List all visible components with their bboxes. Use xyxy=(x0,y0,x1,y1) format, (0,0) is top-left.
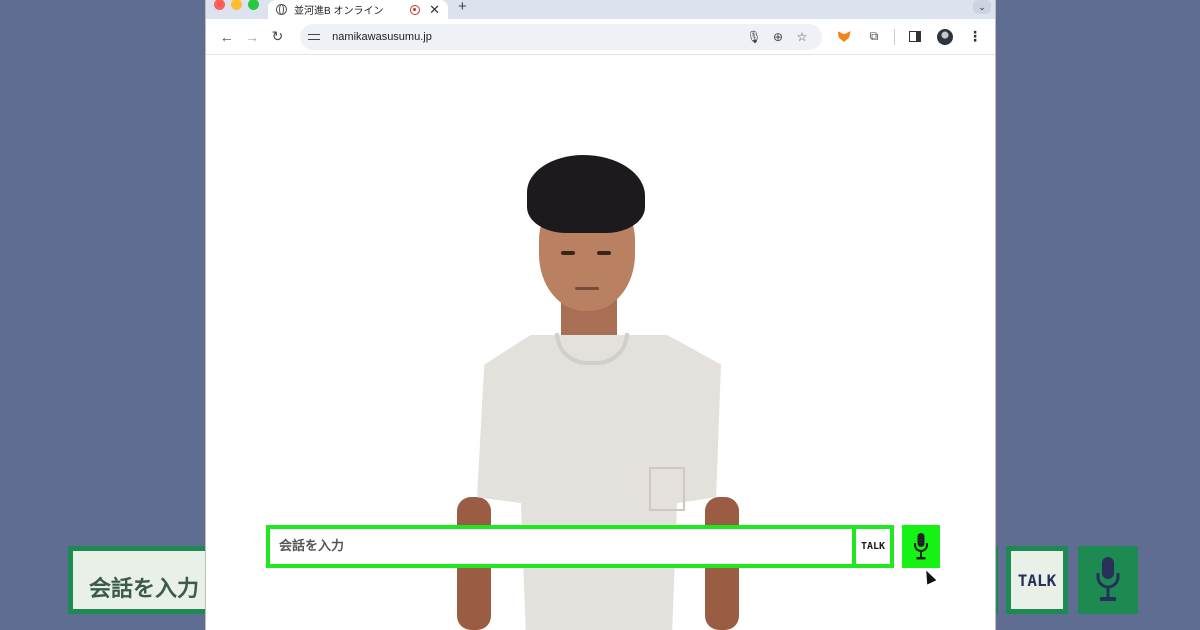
talk-button[interactable]: TALK xyxy=(856,525,894,568)
close-window-button[interactable] xyxy=(214,0,225,10)
address-bar[interactable]: namikawasusumu.jp 🎙 ⊕ ☆ xyxy=(300,23,822,50)
active-tab[interactable]: 並河進B オンライン ✕ xyxy=(268,0,448,19)
mic-button[interactable] xyxy=(902,525,940,568)
window-controls xyxy=(214,0,259,10)
microphone-icon xyxy=(1096,557,1120,601)
mouth xyxy=(575,287,599,290)
shirt-pocket xyxy=(649,467,685,511)
hair xyxy=(527,155,645,233)
right-eye xyxy=(597,251,611,255)
tab-title: 並河進B オンライン xyxy=(294,6,384,17)
recording-icon xyxy=(410,4,421,15)
mouse-cursor xyxy=(921,568,937,585)
site-settings-icon[interactable] xyxy=(308,31,322,43)
tab-list-button[interactable]: ⌄ xyxy=(973,0,991,14)
menu-kebab-icon[interactable]: ⋮ xyxy=(963,25,987,49)
chat-bar: TALK xyxy=(266,525,940,568)
side-panel-button[interactable] xyxy=(903,25,927,49)
browser-window: 並河進B オンライン ✕ + ⌄ ← → ↻ namikawasusumu.jp… xyxy=(206,0,995,630)
globe-icon xyxy=(276,4,287,15)
background-talk-button: TALK xyxy=(1006,546,1068,614)
tab-close-icon[interactable]: ✕ xyxy=(429,3,440,16)
microphone-icon xyxy=(914,532,928,559)
metamask-fox-icon xyxy=(837,31,851,42)
profile-avatar-icon xyxy=(937,28,953,45)
back-icon[interactable]: ← xyxy=(214,24,239,50)
chat-input[interactable] xyxy=(266,525,856,568)
extensions-area: ⧉ ⋮ xyxy=(832,25,987,49)
profile-button[interactable] xyxy=(933,25,957,49)
tab-bar: 並河進B オンライン ✕ + ⌄ xyxy=(206,0,995,19)
metamask-extension-button[interactable] xyxy=(832,25,856,49)
background-mic-button xyxy=(1078,546,1138,614)
url-text[interactable]: namikawasusumu.jp xyxy=(332,31,742,43)
maximize-window-button[interactable] xyxy=(248,0,259,10)
side-panel-icon xyxy=(909,31,921,42)
reload-icon[interactable]: ↻ xyxy=(265,24,290,50)
left-eye xyxy=(561,251,575,255)
page-content: TALK xyxy=(206,55,995,630)
zoom-icon[interactable]: ⊕ xyxy=(766,30,790,44)
toolbar-divider xyxy=(894,28,895,45)
new-tab-button[interactable]: + xyxy=(458,0,467,15)
extensions-puzzle-icon[interactable]: ⧉ xyxy=(862,25,886,49)
mic-icon[interactable]: 🎙 xyxy=(742,30,766,44)
browser-toolbar: ← → ↻ namikawasusumu.jp 🎙 ⊕ ☆ ⧉ ⋮ xyxy=(206,19,995,55)
forward-icon[interactable]: → xyxy=(239,24,264,50)
minimize-window-button[interactable] xyxy=(231,0,242,10)
bookmark-star-icon[interactable]: ☆ xyxy=(790,30,814,44)
